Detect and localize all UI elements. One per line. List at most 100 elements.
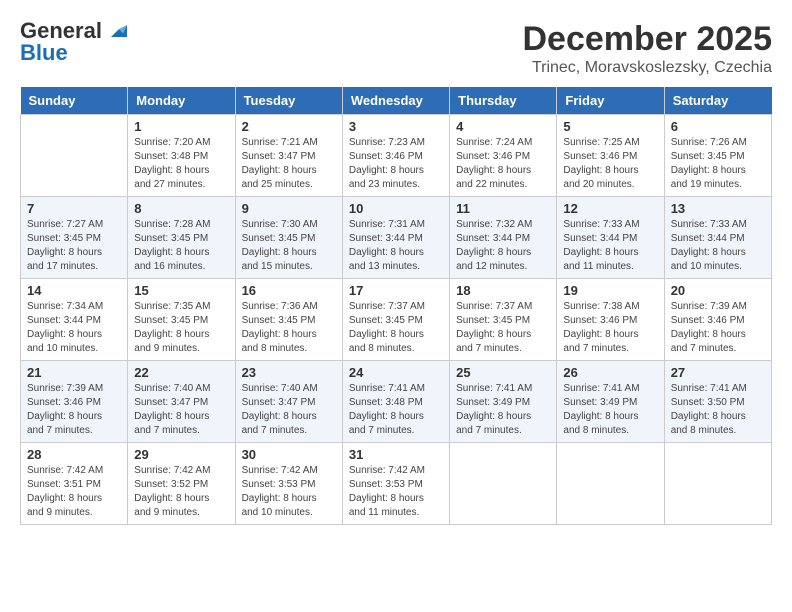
day-info: Sunrise: 7:42 AM Sunset: 3:52 PM Dayligh… xyxy=(134,464,228,520)
day-info: Sunrise: 7:41 AM Sunset: 3:50 PM Dayligh… xyxy=(671,382,765,438)
week-row-3: 14 Sunrise: 7:34 AM Sunset: 3:44 PM Dayli… xyxy=(21,279,772,361)
calendar-cell: 13 Sunrise: 7:33 AM Sunset: 3:44 PM Dayli… xyxy=(664,197,771,279)
day-number: 14 xyxy=(27,283,121,298)
day-info: Sunrise: 7:21 AM Sunset: 3:47 PM Dayligh… xyxy=(242,136,336,192)
calendar-cell: 30 Sunrise: 7:42 AM Sunset: 3:53 PM Dayli… xyxy=(235,443,342,525)
calendar-cell: 28 Sunrise: 7:42 AM Sunset: 3:51 PM Dayli… xyxy=(21,443,128,525)
calendar-cell: 20 Sunrise: 7:39 AM Sunset: 3:46 PM Dayli… xyxy=(664,279,771,361)
day-number: 28 xyxy=(27,447,121,462)
calendar-cell xyxy=(21,115,128,197)
day-number: 17 xyxy=(349,283,443,298)
day-info: Sunrise: 7:33 AM Sunset: 3:44 PM Dayligh… xyxy=(563,218,657,274)
calendar-cell: 11 Sunrise: 7:32 AM Sunset: 3:44 PM Dayli… xyxy=(450,197,557,279)
header-row: SundayMondayTuesdayWednesdayThursdayFrid… xyxy=(21,87,772,115)
weekday-header-friday: Friday xyxy=(557,87,664,115)
day-info: Sunrise: 7:33 AM Sunset: 3:44 PM Dayligh… xyxy=(671,218,765,274)
day-number: 22 xyxy=(134,365,228,380)
day-info: Sunrise: 7:27 AM Sunset: 3:45 PM Dayligh… xyxy=(27,218,121,274)
calendar-cell: 12 Sunrise: 7:33 AM Sunset: 3:44 PM Dayli… xyxy=(557,197,664,279)
day-number: 3 xyxy=(349,119,443,134)
day-info: Sunrise: 7:40 AM Sunset: 3:47 PM Dayligh… xyxy=(242,382,336,438)
logo-general: General xyxy=(20,20,102,42)
day-info: Sunrise: 7:32 AM Sunset: 3:44 PM Dayligh… xyxy=(456,218,550,274)
day-info: Sunrise: 7:39 AM Sunset: 3:46 PM Dayligh… xyxy=(671,300,765,356)
calendar-cell: 17 Sunrise: 7:37 AM Sunset: 3:45 PM Dayli… xyxy=(342,279,449,361)
day-info: Sunrise: 7:42 AM Sunset: 3:53 PM Dayligh… xyxy=(242,464,336,520)
day-number: 19 xyxy=(563,283,657,298)
day-info: Sunrise: 7:24 AM Sunset: 3:46 PM Dayligh… xyxy=(456,136,550,192)
calendar-cell: 7Sunrise: 7:27 AM Sunset: 3:45 PM Daylig… xyxy=(21,197,128,279)
day-info: Sunrise: 7:34 AM Sunset: 3:44 PM Dayligh… xyxy=(27,300,121,356)
calendar-cell: 24Sunrise: 7:41 AM Sunset: 3:48 PM Dayli… xyxy=(342,361,449,443)
day-info: Sunrise: 7:20 AM Sunset: 3:48 PM Dayligh… xyxy=(134,136,228,192)
day-number: 18 xyxy=(456,283,550,298)
calendar-cell: 21Sunrise: 7:39 AM Sunset: 3:46 PM Dayli… xyxy=(21,361,128,443)
day-info: Sunrise: 7:41 AM Sunset: 3:48 PM Dayligh… xyxy=(349,382,443,438)
day-number: 10 xyxy=(349,201,443,216)
day-info: Sunrise: 7:42 AM Sunset: 3:51 PM Dayligh… xyxy=(27,464,121,520)
calendar-cell: 23 Sunrise: 7:40 AM Sunset: 3:47 PM Dayli… xyxy=(235,361,342,443)
calendar-cell: 31Sunrise: 7:42 AM Sunset: 3:53 PM Dayli… xyxy=(342,443,449,525)
day-number: 29 xyxy=(134,447,228,462)
day-number: 12 xyxy=(563,201,657,216)
location: Trinec, Moravskoslezsky, Czechia xyxy=(522,59,772,77)
calendar-cell: 9 Sunrise: 7:30 AM Sunset: 3:45 PM Daylig… xyxy=(235,197,342,279)
day-info: Sunrise: 7:38 AM Sunset: 3:46 PM Dayligh… xyxy=(563,300,657,356)
day-number: 4 xyxy=(456,119,550,134)
weekday-header-tuesday: Tuesday xyxy=(235,87,342,115)
weekday-header-monday: Monday xyxy=(128,87,235,115)
week-row-4: 21Sunrise: 7:39 AM Sunset: 3:46 PM Dayli… xyxy=(21,361,772,443)
calendar-cell: 4 Sunrise: 7:24 AM Sunset: 3:46 PM Daylig… xyxy=(450,115,557,197)
day-number: 13 xyxy=(671,201,765,216)
calendar-cell: 27 Sunrise: 7:41 AM Sunset: 3:50 PM Dayli… xyxy=(664,361,771,443)
calendar-cell: 29 Sunrise: 7:42 AM Sunset: 3:52 PM Dayli… xyxy=(128,443,235,525)
day-info: Sunrise: 7:30 AM Sunset: 3:45 PM Dayligh… xyxy=(242,218,336,274)
calendar-cell xyxy=(450,443,557,525)
weekday-header-sunday: Sunday xyxy=(21,87,128,115)
day-number: 21 xyxy=(27,365,121,380)
calendar-cell: 10 Sunrise: 7:31 AM Sunset: 3:44 PM Dayli… xyxy=(342,197,449,279)
day-info: Sunrise: 7:40 AM Sunset: 3:47 PM Dayligh… xyxy=(134,382,228,438)
day-info: Sunrise: 7:26 AM Sunset: 3:45 PM Dayligh… xyxy=(671,136,765,192)
logo-icon xyxy=(105,19,127,41)
page-header: General Blue December 2025 Trinec, Morav… xyxy=(20,20,772,77)
month-title: December 2025 xyxy=(522,20,772,59)
day-info: Sunrise: 7:23 AM Sunset: 3:46 PM Dayligh… xyxy=(349,136,443,192)
day-number: 30 xyxy=(242,447,336,462)
day-number: 15 xyxy=(134,283,228,298)
calendar-cell: 19 Sunrise: 7:38 AM Sunset: 3:46 PM Dayli… xyxy=(557,279,664,361)
calendar-cell: 16Sunrise: 7:36 AM Sunset: 3:45 PM Dayli… xyxy=(235,279,342,361)
weekday-header-thursday: Thursday xyxy=(450,87,557,115)
calendar-cell: 2Sunrise: 7:21 AM Sunset: 3:47 PM Daylig… xyxy=(235,115,342,197)
day-info: Sunrise: 7:36 AM Sunset: 3:45 PM Dayligh… xyxy=(242,300,336,356)
day-number: 26 xyxy=(563,365,657,380)
day-info: Sunrise: 7:35 AM Sunset: 3:45 PM Dayligh… xyxy=(134,300,228,356)
weekday-header-wednesday: Wednesday xyxy=(342,87,449,115)
calendar-cell: 15 Sunrise: 7:35 AM Sunset: 3:45 PM Dayli… xyxy=(128,279,235,361)
day-info: Sunrise: 7:37 AM Sunset: 3:45 PM Dayligh… xyxy=(349,300,443,356)
day-info: Sunrise: 7:28 AM Sunset: 3:45 PM Dayligh… xyxy=(134,218,228,274)
weekday-header-saturday: Saturday xyxy=(664,87,771,115)
day-number: 9 xyxy=(242,201,336,216)
day-info: Sunrise: 7:42 AM Sunset: 3:53 PM Dayligh… xyxy=(349,464,443,520)
week-row-1: 1 Sunrise: 7:20 AM Sunset: 3:48 PM Daylig… xyxy=(21,115,772,197)
day-number: 6 xyxy=(671,119,765,134)
day-number: 11 xyxy=(456,201,550,216)
calendar-cell: 18Sunrise: 7:37 AM Sunset: 3:45 PM Dayli… xyxy=(450,279,557,361)
day-number: 5 xyxy=(563,119,657,134)
day-number: 1 xyxy=(134,119,228,134)
logo-blue: Blue xyxy=(20,42,68,64)
title-area: December 2025 Trinec, Moravskoslezsky, C… xyxy=(522,20,772,77)
day-number: 25 xyxy=(456,365,550,380)
day-number: 23 xyxy=(242,365,336,380)
calendar-cell xyxy=(664,443,771,525)
day-info: Sunrise: 7:31 AM Sunset: 3:44 PM Dayligh… xyxy=(349,218,443,274)
calendar-cell: 22 Sunrise: 7:40 AM Sunset: 3:47 PM Dayli… xyxy=(128,361,235,443)
day-info: Sunrise: 7:25 AM Sunset: 3:46 PM Dayligh… xyxy=(563,136,657,192)
day-number: 20 xyxy=(671,283,765,298)
day-number: 27 xyxy=(671,365,765,380)
calendar-cell: 1 Sunrise: 7:20 AM Sunset: 3:48 PM Daylig… xyxy=(128,115,235,197)
logo: General Blue xyxy=(20,20,127,64)
day-info: Sunrise: 7:41 AM Sunset: 3:49 PM Dayligh… xyxy=(563,382,657,438)
calendar-cell: 3 Sunrise: 7:23 AM Sunset: 3:46 PM Daylig… xyxy=(342,115,449,197)
